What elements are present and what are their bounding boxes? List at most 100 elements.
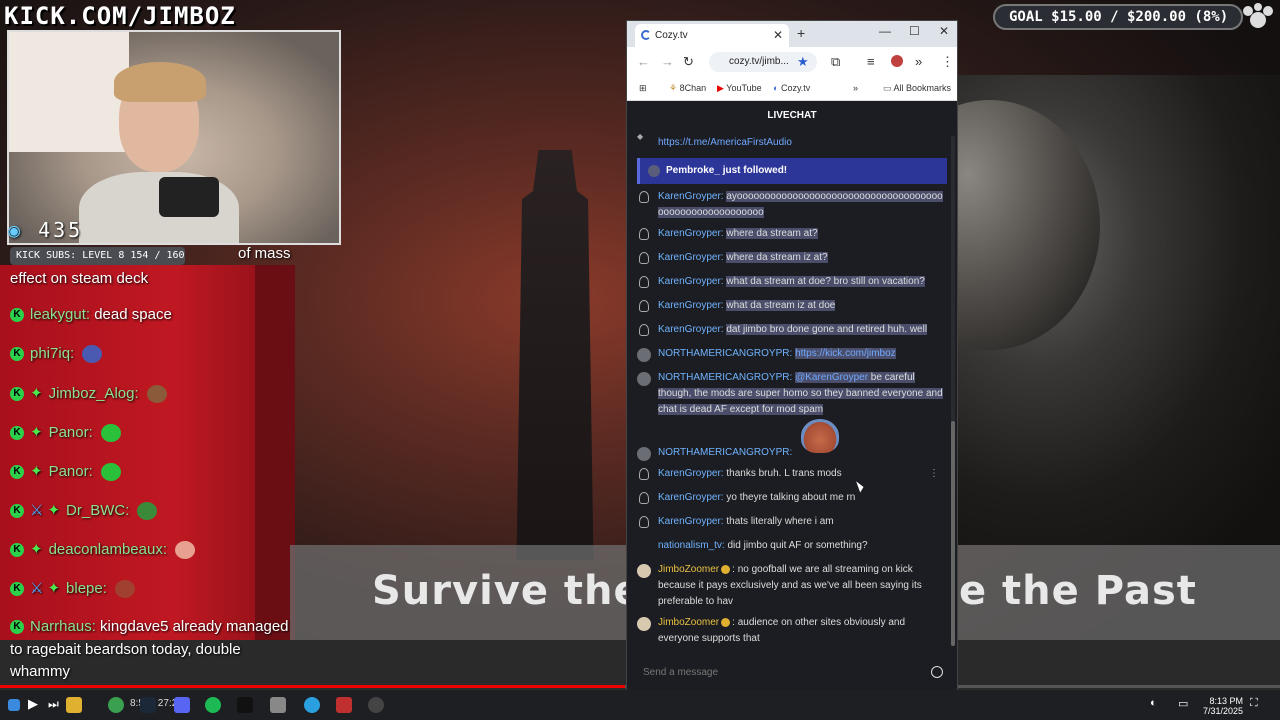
- user-avatar: [637, 372, 651, 386]
- user-avatar-icon: [639, 300, 649, 312]
- forward-icon[interactable]: →: [661, 54, 674, 69]
- tab-close-icon[interactable]: ✕: [773, 24, 783, 47]
- chat-username[interactable]: NORTHAMERICANGROYPR:: [658, 348, 792, 359]
- emoji-send-icon[interactable]: [931, 666, 943, 678]
- bookmark-youtube[interactable]: ▶ YouTube: [717, 83, 762, 94]
- chat-message: KarenGroyper: dat jimbo bro done gone an…: [637, 322, 945, 338]
- bookmark-cozy[interactable]: ◐ Cozy.tv: [773, 83, 810, 93]
- chat-username[interactable]: JimboZoomer: [658, 564, 719, 575]
- chat-username[interactable]: NORTHAMERICANGROYPR:: [658, 447, 792, 458]
- chat-message: KarenGroyper: where da stream iz at?: [637, 250, 945, 266]
- app-icon[interactable]: [237, 697, 253, 713]
- back-icon[interactable]: ←: [637, 54, 650, 69]
- user-avatar-icon: [639, 324, 649, 336]
- chat-username[interactable]: KarenGroyper:: [658, 191, 724, 202]
- new-tab-icon[interactable]: +: [797, 25, 805, 41]
- user-avatar-icon: [639, 516, 649, 528]
- message-options-icon[interactable]: ⋮: [929, 466, 939, 482]
- menu-kebab-icon[interactable]: ⋮: [941, 54, 954, 70]
- taskbar-clock: 8:13 PM 7/31/2025: [1203, 696, 1244, 716]
- donation-goal: GOAL $15.00 / $200.00 (8%): [993, 4, 1243, 30]
- chat-username[interactable]: NORTHAMERICANGROYPR:: [658, 372, 792, 383]
- chat-message: KarenGroyper: what da stream at doe? bro…: [637, 274, 945, 290]
- subtitles-icon[interactable]: ▭: [1178, 697, 1194, 713]
- maximize-icon[interactable]: ☐: [909, 24, 920, 38]
- user-avatar-icon: [639, 228, 649, 240]
- chat-username[interactable]: KarenGroyper:: [658, 516, 724, 527]
- livechat-header: LIVECHAT: [627, 101, 957, 131]
- chat-username[interactable]: nationalism_tv:: [658, 540, 725, 551]
- left-chat-line: K ⚔ ✦ Dr_BWC:: [10, 501, 158, 521]
- webcam-microphone: [159, 177, 219, 217]
- sub-star-icon: ✦: [30, 385, 43, 402]
- bookmarks-bar: ⊞ ⚘ 8Chan ▶ YouTube ◐ Cozy.tv » ▭ All Bo…: [627, 77, 957, 101]
- left-chat-line: whammy: [10, 663, 71, 680]
- apps-grid-icon[interactable]: ⊞: [639, 83, 647, 94]
- extensions-icon[interactable]: ⧉: [831, 54, 840, 70]
- chrome-icon[interactable]: [108, 697, 124, 713]
- left-chat-line: of mass: [238, 245, 291, 262]
- chat-message: KarenGroyper: ayoooooooooooooooooooooooo…: [637, 189, 945, 221]
- app-icon[interactable]: [270, 697, 286, 713]
- chat-emote-icon: [175, 541, 195, 560]
- chat-message: KarenGroyper: yo theyre talking about me…: [637, 490, 945, 506]
- bookmarks-overflow-icon[interactable]: »: [853, 83, 858, 93]
- chat-username[interactable]: KarenGroyper:: [658, 300, 724, 311]
- all-bookmarks[interactable]: ▭ All Bookmarks: [883, 83, 951, 94]
- minimize-icon[interactable]: —: [879, 24, 891, 38]
- file-explorer-icon[interactable]: [66, 697, 82, 713]
- left-chat-line: K ⚔ ✦ blepe:: [10, 579, 135, 599]
- user-avatar: [637, 617, 651, 631]
- reload-icon[interactable]: ↻: [683, 54, 694, 70]
- tray-icon[interactable]: ◐: [1150, 697, 1166, 713]
- chat-message: nationalism_tv: did jimbo quit AF or som…: [637, 538, 945, 554]
- chat-message: NORTHAMERICANGROYPR: @KarenGroyper be ca…: [637, 370, 945, 418]
- obs-icon[interactable]: [368, 697, 384, 713]
- user-avatar-icon: [639, 252, 649, 264]
- sub-star-icon: ✦: [47, 580, 61, 597]
- goal-paw-icon: [1243, 3, 1273, 28]
- steam-icon[interactable]: [140, 697, 156, 713]
- chat-username[interactable]: KarenGroyper:: [658, 324, 724, 335]
- telegram-icon[interactable]: [304, 697, 320, 713]
- follow-notification: Pembroke_ just followed!: [637, 158, 947, 184]
- fullscreen-icon[interactable]: ⛶: [1250, 697, 1266, 713]
- chat-mention[interactable]: @KarenGroyper: [795, 372, 868, 383]
- media-icon[interactable]: ≡: [867, 54, 875, 69]
- kick-badge-icon: K: [10, 543, 24, 558]
- play-icon[interactable]: ▶: [28, 696, 44, 712]
- kick-subs-bar: KICK SUBS: LEVEL 8 154 / 160: [10, 247, 185, 265]
- chat-username[interactable]: KarenGroyper:: [658, 252, 724, 263]
- user-avatar-icon: [639, 191, 649, 203]
- chat-link[interactable]: https://kick.com/jimboz: [795, 348, 896, 359]
- chat-message: KarenGroyper: what da stream iz at doe: [637, 298, 945, 314]
- kick-badge-icon: K: [10, 465, 24, 480]
- taskbar: ▶ ⏭ 8:52 / 27:24 ◐ ▭ ⛶: [0, 690, 1280, 720]
- user-avatar: [637, 348, 651, 362]
- chat-scroll-thumb[interactable]: [951, 421, 955, 646]
- chat-link[interactable]: https://t.me/AmericaFirstAudio: [658, 135, 945, 151]
- next-icon[interactable]: ⏭: [48, 697, 64, 713]
- chat-username[interactable]: JimboZoomer: [658, 617, 719, 628]
- browser-window: Cozy.tv ✕ + — ☐ ✕ ← → ↻ cozy.tv/jimb... …: [626, 20, 958, 693]
- sword-badge-icon: ⚔: [30, 580, 44, 597]
- chat-username[interactable]: KarenGroyper:: [658, 468, 724, 479]
- bookmark-8chan[interactable]: ⚘ 8Chan: [669, 83, 706, 94]
- user-avatar-icon: [639, 468, 649, 480]
- chat-username[interactable]: KarenGroyper:: [658, 228, 724, 239]
- left-chat-line: to ragebait beardson today, double: [10, 641, 241, 658]
- chat-username[interactable]: KarenGroyper:: [658, 492, 724, 503]
- app-icon[interactable]: [336, 697, 352, 713]
- bookmark-star-icon[interactable]: ★: [797, 54, 809, 70]
- spotify-icon[interactable]: [205, 697, 221, 713]
- close-window-icon[interactable]: ✕: [939, 24, 949, 38]
- browser-tab[interactable]: Cozy.tv ✕: [635, 24, 789, 47]
- user-avatar: [637, 540, 651, 554]
- chat-username[interactable]: KarenGroyper:: [658, 276, 724, 287]
- discord-icon[interactable]: [174, 697, 190, 713]
- chat-message-input[interactable]: Send a message: [635, 661, 951, 685]
- windows-start-icon[interactable]: [8, 699, 20, 711]
- more-tools-icon[interactable]: »: [915, 54, 922, 69]
- profile-avatar[interactable]: [891, 55, 903, 67]
- kick-badge-icon: K: [10, 347, 24, 362]
